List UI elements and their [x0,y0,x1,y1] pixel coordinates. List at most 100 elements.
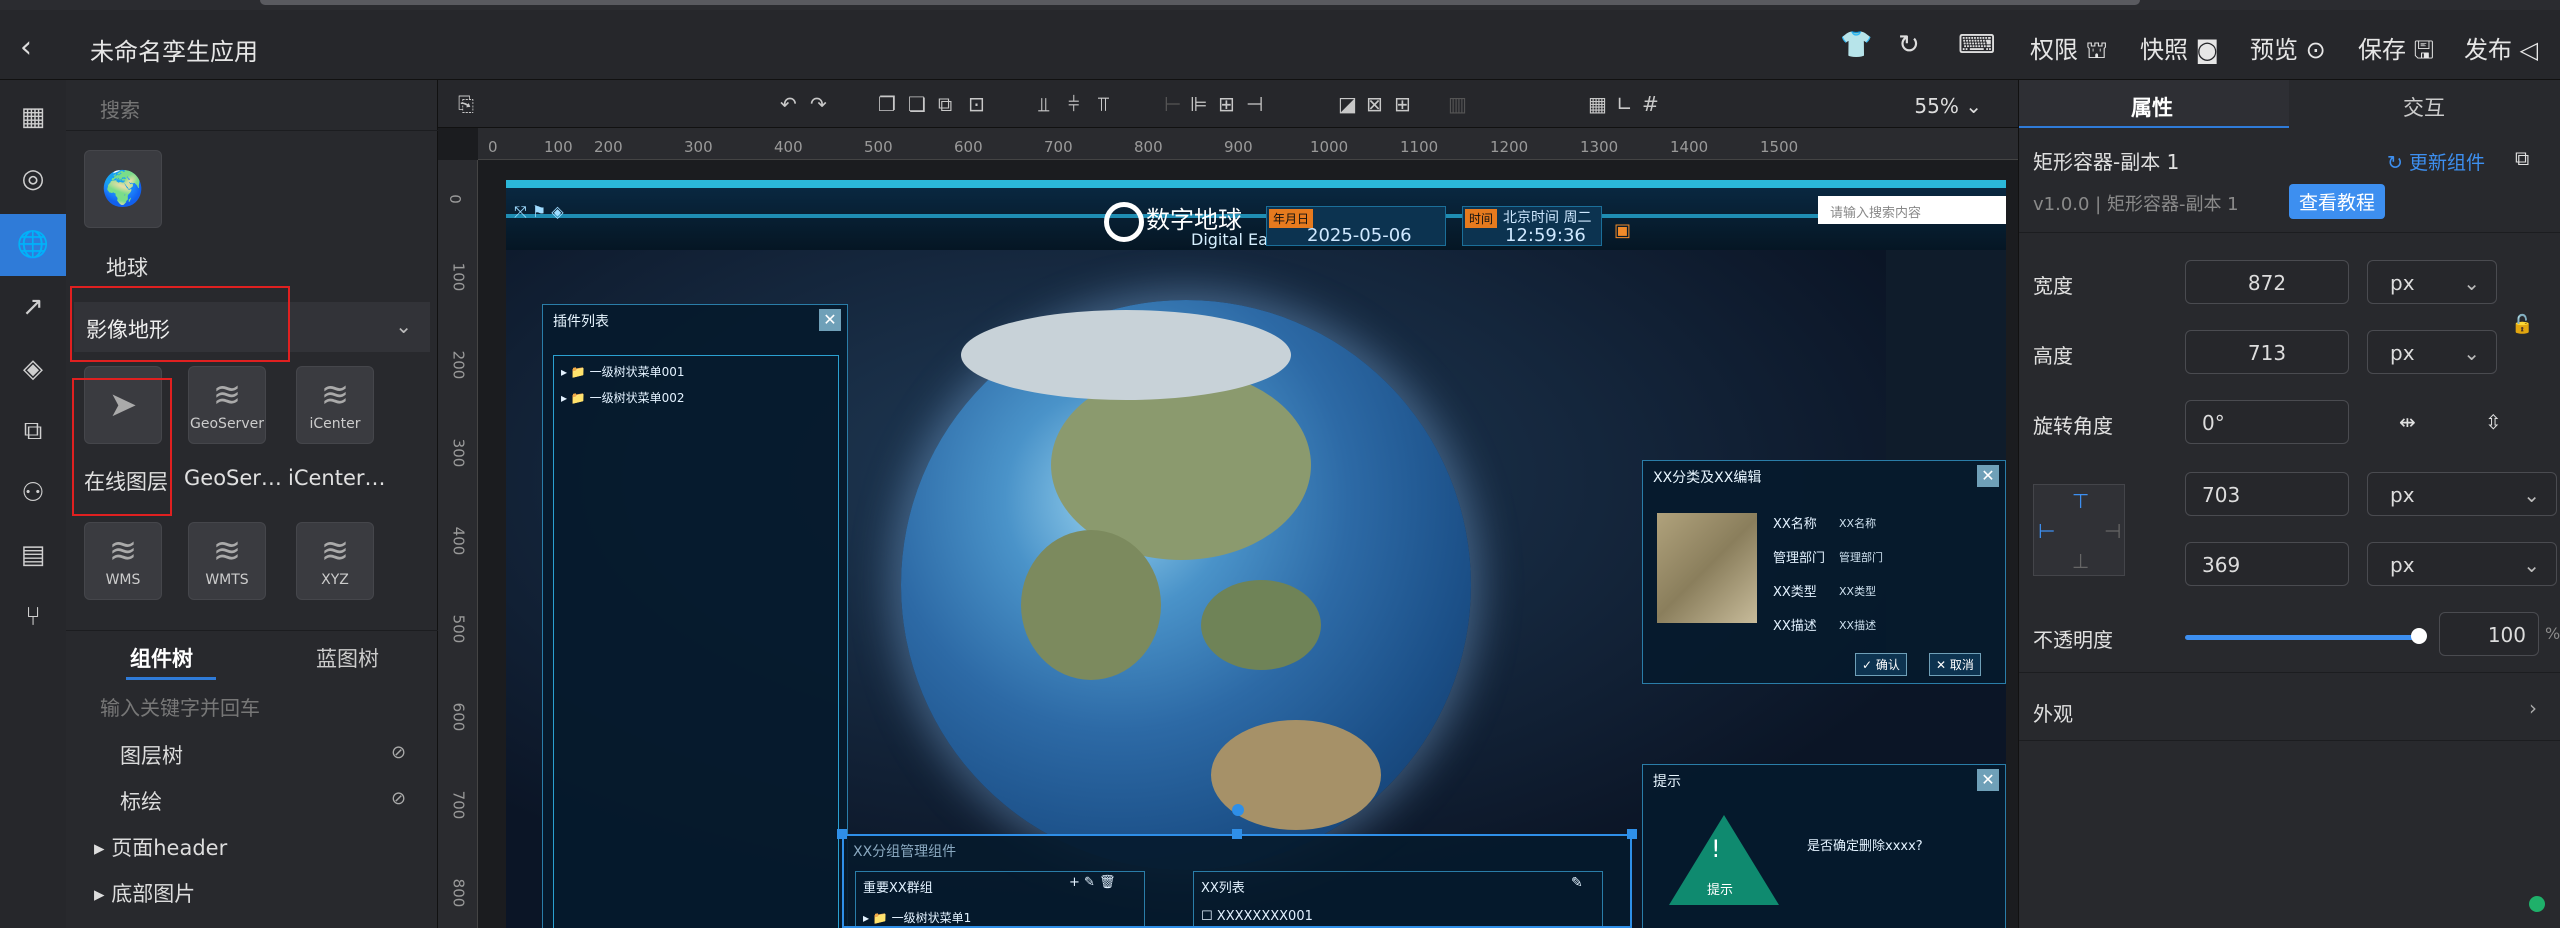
distribute-icon[interactable]: ▥ [1448,92,1467,116]
anchor-selector[interactable]: ⊤ ⊢ ⊣ ⊥ [2033,484,2125,576]
permission-button[interactable]: 权限 ⛫ [2030,30,2108,67]
back-chevron-left-icon[interactable]: ‹ [20,30,32,65]
window-icon[interactable]: ▤ [0,524,66,586]
align-left-icon[interactable]: ⊢ [1164,92,1181,116]
redo-icon[interactable]: ↷ [810,92,827,116]
align-bottom-icon[interactable]: ⫫ [1038,92,1049,116]
component-search-input[interactable]: 搜索 [100,94,140,123]
anchor-right-icon[interactable]: ⊣ [2104,519,2121,543]
keyboard-icon[interactable]: ⌨ [1958,30,1996,60]
icenter-tile[interactable]: ≋ iCenter [296,366,374,444]
field-value[interactable]: XX名称 [1839,515,1876,531]
branch-icon[interactable]: ⑂ [0,586,66,648]
flip-vertical-icon[interactable]: ⇳ [2485,410,2502,434]
tree-item-annotation[interactable]: 标绘 [120,786,162,816]
rotate-handle[interactable] [1232,804,1244,816]
scene-canvas[interactable]: ⤧ ⚑ ◈ 数字地球 Digital Earth 年月日 2025-05-06 … [506,180,2006,928]
zoom-select[interactable]: 55% ⌄ [1914,94,1982,118]
grid-icon[interactable]: ▦ [0,86,66,148]
field-value[interactable]: 管理部门 [1839,549,1883,565]
field-value[interactable]: XX描述 [1839,617,1876,633]
align-center-icon[interactable]: ⫩ [1068,92,1079,116]
resize-handle[interactable] [1232,829,1242,839]
opacity-input[interactable]: 100 [2439,612,2539,656]
snapshot-button[interactable]: 快照 ◙ [2140,30,2219,65]
width-unit-select[interactable]: px ⌄ [2367,260,2497,304]
grid-toggle-icon[interactable]: ▦ [1588,92,1607,116]
cube-icon[interactable]: ◈ [0,338,66,400]
chevron-right-icon[interactable]: › [2529,696,2537,720]
x-unit-select[interactable]: px ⌄ [2367,472,2557,516]
report-icon[interactable]: ▣ [1614,220,1631,241]
fit-icon[interactable]: ◪ [1338,92,1357,116]
tutorial-button[interactable]: 查看教程 [2289,184,2386,219]
tab-blueprint-tree[interactable]: 蓝图树 [316,643,379,673]
chart-icon[interactable]: ↗ [0,276,66,338]
height-input[interactable]: 713 [2185,330,2349,374]
eye-off-icon[interactable]: ⊘ [391,788,406,809]
undo-icon[interactable]: ↶ [780,92,797,116]
width-input[interactable]: 872 [2185,260,2349,304]
resize-handle[interactable] [1627,829,1637,839]
lock-icon[interactable]: 🔓 [2511,314,2533,335]
clipboard-icon[interactable]: ⎘ [458,92,474,116]
eye-off-icon[interactable]: ⊘ [391,742,406,763]
tree-node[interactable]: ▸ 📁 一级树状菜单002 [561,389,685,406]
selection-box[interactable] [842,834,1632,928]
tab-component-tree[interactable]: 组件树 [130,643,193,673]
anchor-top-icon[interactable]: ⊤ [2072,489,2089,513]
scene-search-input[interactable]: 请输入搜索内容 [1818,196,2006,224]
keyword-input[interactable]: 输入关键字并回车 [100,692,260,721]
tab-interaction[interactable]: 交互 [2403,92,2445,122]
align-hright-icon[interactable]: ⊣ [1246,92,1263,116]
refresh-icon[interactable]: ↻ [1898,30,1920,60]
anchor-bottom-icon[interactable]: ⊥ [2072,549,2089,573]
expand-icon[interactable]: ⊠ [1366,92,1383,116]
close-icon[interactable]: ✕ [1977,769,1999,791]
flip-horizontal-icon[interactable]: ⇹ [2399,410,2416,434]
close-icon[interactable]: ✕ [1977,465,1999,487]
copy-icon[interactable]: ❐ [878,92,896,116]
field-value[interactable]: XX类型 [1839,583,1876,599]
opacity-slider-knob[interactable] [2411,628,2427,644]
shirt-icon[interactable]: 👕 [1840,30,1872,60]
publish-button[interactable]: 发布 ◁ [2464,30,2538,65]
height-unit-select[interactable]: px ⌄ [2367,330,2497,374]
grid-fit-icon[interactable]: ⊞ [1394,92,1411,116]
x-input[interactable]: 703 [2185,472,2349,516]
resize-handle[interactable] [837,829,847,839]
align-top-icon[interactable]: ⫪ [1098,92,1109,116]
geoserver-tile[interactable]: ≋ GeoServer [188,366,266,444]
update-component-link[interactable]: ↻ 更新组件 [2387,148,2485,175]
anchor-left-icon[interactable]: ⊢ [2038,519,2055,543]
copy-icon[interactable]: ⧉ [2515,146,2529,170]
appearance-section[interactable]: 外观 [2033,698,2073,727]
confirm-button[interactable]: ✓ 确认 [1855,653,1907,676]
xyz-tile[interactable]: ≋ XYZ [296,522,374,600]
save-button[interactable]: 保存 🖫 [2358,30,2434,74]
globe-tile[interactable]: 🌍 [84,150,162,228]
wms-tile[interactable]: ≋ WMS [84,522,162,600]
ruler-toggle-icon[interactable]: ∟ [1616,92,1633,116]
hash-grid-icon[interactable]: # [1642,92,1659,116]
globe-nav-icon[interactable]: 🌐 [0,214,66,276]
tree-node[interactable]: ▸ 📁 一级树状菜单001 [561,363,685,380]
ungroup-icon[interactable]: ⊡ [968,92,985,116]
tree-item-layer-tree[interactable]: 图层树 [120,740,183,770]
rotate-input[interactable]: 0° [2185,400,2349,444]
y-input[interactable]: 369 [2185,542,2349,586]
tab-properties[interactable]: 属性 [2131,92,2173,122]
opacity-slider[interactable] [2185,635,2419,640]
user-settings-icon[interactable]: ⚇ [0,462,66,524]
y-unit-select[interactable]: px ⌄ [2367,542,2557,586]
paste-icon[interactable]: ❏ [908,92,926,116]
scene-icon[interactable]: ◎ [0,148,66,210]
group-icon[interactable]: ⧉ [938,92,952,116]
align-hleft-icon[interactable]: ⊫ [1190,92,1207,116]
wmts-tile[interactable]: ≋ WMTS [188,522,266,600]
earth-globe[interactable] [901,300,1471,870]
align-hcenter-icon[interactable]: ⊞ [1218,92,1235,116]
tree-item-bottom-image[interactable]: ▸ 底部图片 [94,878,195,908]
layers-icon[interactable]: ⧉ [0,400,66,462]
close-icon[interactable]: ✕ [819,309,841,331]
